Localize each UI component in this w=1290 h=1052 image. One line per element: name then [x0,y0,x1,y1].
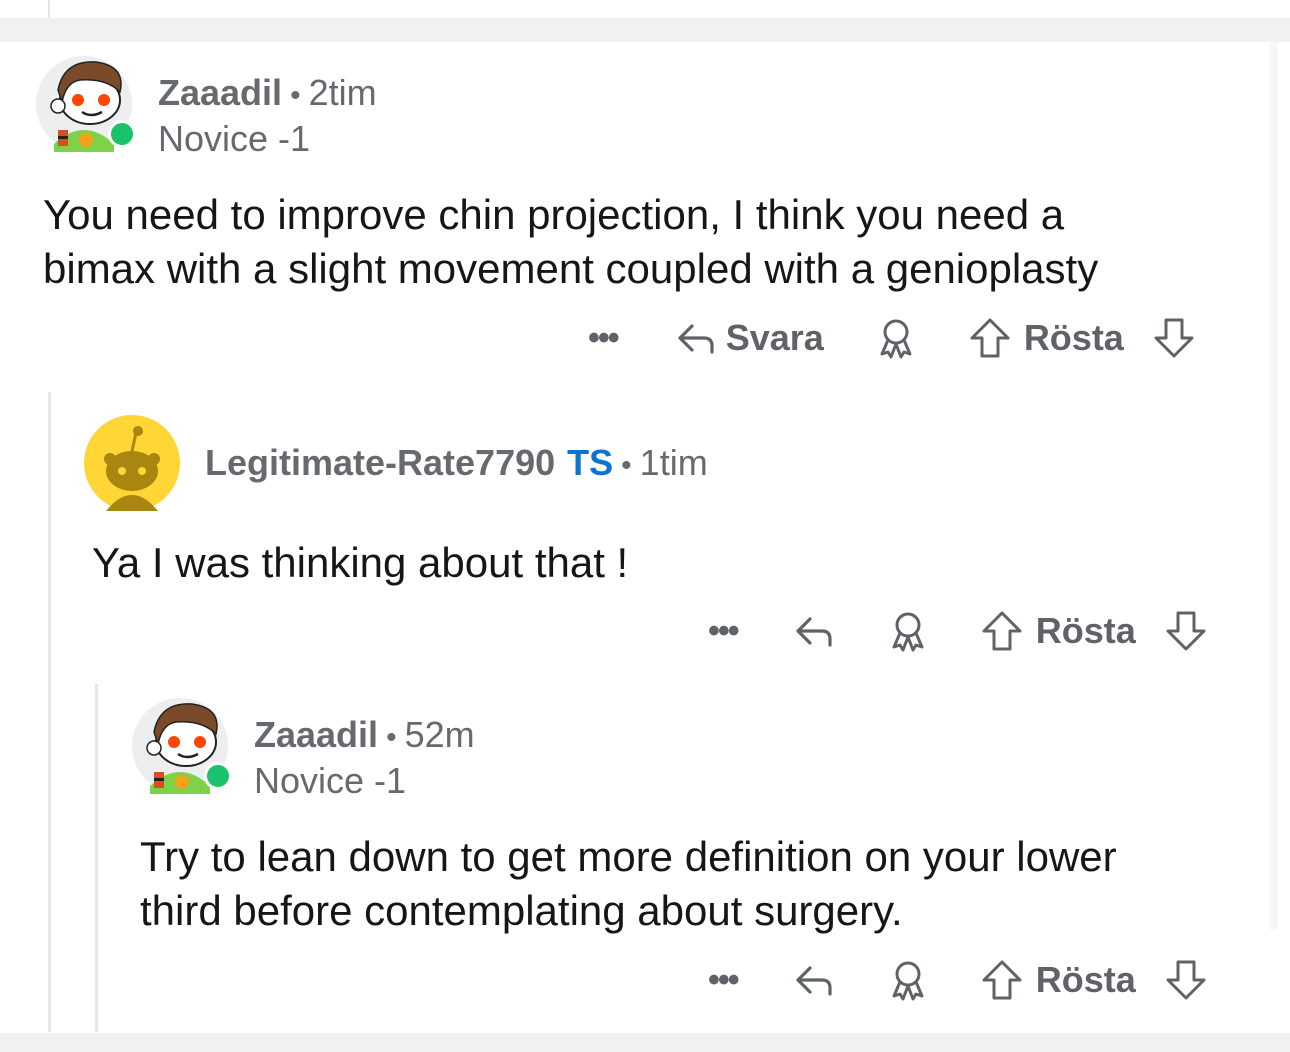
reply-label: Svara [725,317,824,358]
comment-body-line: You need to improve chin projection, I t… [43,191,1065,238]
award-icon [880,319,912,359]
online-indicator [108,120,136,148]
downvote-icon [1154,318,1194,358]
comment-body: Try to lean down to get more definition … [140,830,1260,938]
award-button[interactable] [884,956,932,1004]
comment-body-line: third before contemplating about surgery… [140,887,903,934]
comment-meta: Zaaadil • 52m [254,714,475,759]
thread-line-stub [48,0,50,18]
avatar[interactable] [84,415,180,511]
timestamp[interactable]: 1tim [640,442,708,483]
scroll-track [1270,42,1278,930]
thread-line[interactable] [48,392,51,1032]
vote-label: Rösta [1035,959,1136,1000]
downvote-icon [1166,611,1206,651]
reply-icon [678,324,714,354]
vote-label: Rösta [1035,610,1136,651]
separator-dot: • [290,79,301,112]
comment-meta: Zaaadil • 2tim [158,72,377,117]
comment-body: Ya I was thinking about that ! [92,536,1252,590]
award-icon [892,961,924,1001]
vote-label: Rösta [1023,317,1124,358]
comment-actions: ••• Rösta [708,603,1210,659]
reply-icon [796,617,832,647]
comment-actions: ••• Svara Rösta [588,310,1198,366]
more-icon[interactable]: ••• [708,612,740,651]
separator-dot: • [386,721,397,754]
timestamp[interactable]: 2tim [309,72,377,113]
reply-icon [796,966,832,996]
separator-dot: • [621,449,632,482]
downvote-icon [1166,960,1206,1000]
more-icon[interactable]: ••• [708,961,740,1000]
upvote-icon [982,611,1022,651]
author-name[interactable]: Zaaadil [158,72,282,113]
avatar[interactable] [132,698,232,794]
downvote-button[interactable] [1162,607,1210,655]
comment-body-line: bimax with a slight movement coupled wit… [43,245,1099,292]
reply-button[interactable]: Svara [672,314,824,362]
award-button[interactable] [884,607,932,655]
thread-line[interactable] [95,684,98,1032]
comment-meta: Legitimate-Rate7790 TS • 1tim [205,442,708,487]
award-icon [892,612,924,652]
comment-body: You need to improve chin projection, I t… [43,188,1263,296]
timestamp[interactable]: 52m [405,714,475,755]
user-flair: Novice -1 [254,760,407,801]
upvote-icon [982,960,1022,1000]
snoo-avatar-image [84,415,180,511]
downvote-button[interactable] [1150,314,1198,362]
author-name[interactable]: Zaaadil [254,714,378,755]
upvote-button[interactable] [978,956,1026,1004]
reply-button[interactable] [790,607,838,655]
user-flair: Novice -1 [158,118,311,159]
award-button[interactable] [872,314,920,362]
op-badge: TS [567,442,614,483]
upvote-button[interactable] [978,607,1026,655]
separator [0,1033,1290,1052]
separator [0,18,1290,42]
reply-button[interactable] [790,956,838,1004]
avatar[interactable] [36,56,136,152]
author-name[interactable]: Legitimate-Rate7790 [205,442,555,483]
more-icon[interactable]: ••• [588,319,620,358]
comment-body-line: Try to lean down to get more definition … [140,833,1117,880]
downvote-button[interactable] [1162,956,1210,1004]
comment-actions: ••• Rösta [708,952,1210,1008]
upvote-icon [970,318,1010,358]
comment-body-line: Ya I was thinking about that ! [92,539,629,586]
upvote-button[interactable] [966,314,1014,362]
online-indicator [204,762,232,790]
